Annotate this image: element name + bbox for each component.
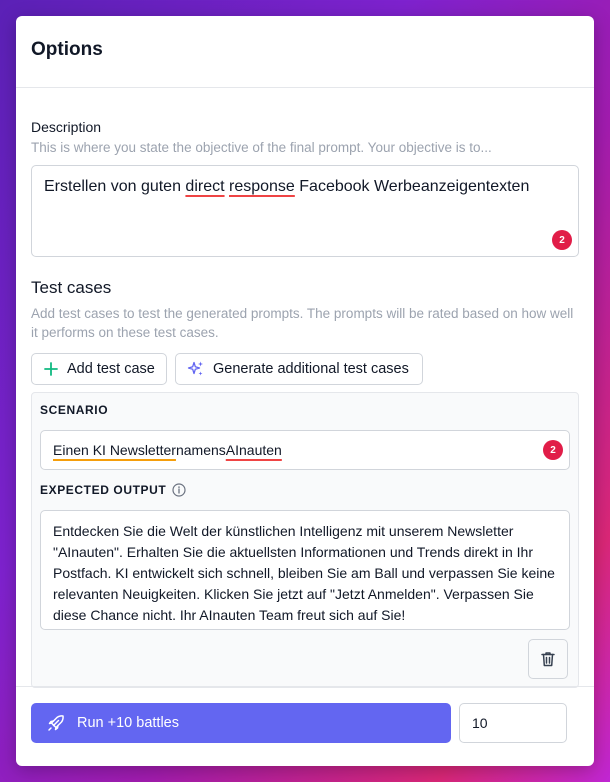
scenario-input[interactable]: Einen KI Newsletter namens AInauten 2	[40, 430, 570, 470]
test-cases-title: Test cases	[31, 278, 112, 297]
panel-header: Options	[16, 16, 594, 88]
spelling-flag-word: AInauten	[225, 442, 282, 458]
spelling-flag-word: response	[229, 178, 295, 195]
sparkles-icon	[187, 360, 205, 378]
test-case-actions: Add test case Generate additional test c…	[31, 353, 579, 385]
options-panel: Options Description This is where you st…	[16, 16, 594, 766]
expected-output-label: EXPECTED OUTPUT	[40, 483, 167, 497]
generate-test-cases-label: Generate additional test cases	[213, 361, 409, 377]
grammar-flag-phrase: Einen KI Newsletter	[53, 442, 176, 458]
run-battles-label: Run +10 battles	[77, 715, 179, 731]
scenario-text-part: namens	[175, 442, 226, 458]
plus-icon	[43, 361, 59, 377]
description-text-part: Facebook Werbeanzeigentexten	[294, 178, 530, 195]
spelling-flag-word: direct	[185, 178, 225, 195]
add-test-case-label: Add test case	[67, 361, 155, 377]
add-test-case-button[interactable]: Add test case	[31, 353, 167, 385]
delete-test-case-button[interactable]	[528, 639, 568, 679]
expected-output-textarea[interactable]: Entdecken Sie die Welt der künstlichen I…	[40, 510, 570, 630]
test-case-card: SCENARIO Einen KI Newsletter namens AIna…	[31, 392, 579, 688]
run-battles-button[interactable]: Run +10 battles	[31, 703, 451, 743]
rocket-icon	[47, 714, 65, 732]
battle-count-input[interactable]: 10	[459, 703, 567, 743]
info-icon[interactable]	[172, 483, 186, 497]
trash-icon	[539, 650, 557, 668]
test-cases-hint: Add test cases to test the generated pro…	[31, 306, 574, 340]
issues-badge[interactable]: 2	[552, 230, 572, 250]
description-textarea[interactable]: Erstellen von guten direct response Face…	[31, 165, 579, 257]
options-body: Description This is where you state the …	[16, 88, 594, 688]
page-title: Options	[31, 39, 103, 60]
description-label: Description	[31, 119, 102, 135]
panel-footer: Run +10 battles 10	[16, 686, 594, 766]
scenario-label: SCENARIO	[40, 403, 109, 417]
issues-badge[interactable]: 2	[543, 440, 563, 460]
generate-test-cases-button[interactable]: Generate additional test cases	[175, 353, 423, 385]
description-hint: This is where you state the objective of…	[31, 140, 492, 155]
description-text-part: Erstellen von guten	[44, 178, 186, 195]
expected-output-header: EXPECTED OUTPUT	[40, 483, 570, 497]
